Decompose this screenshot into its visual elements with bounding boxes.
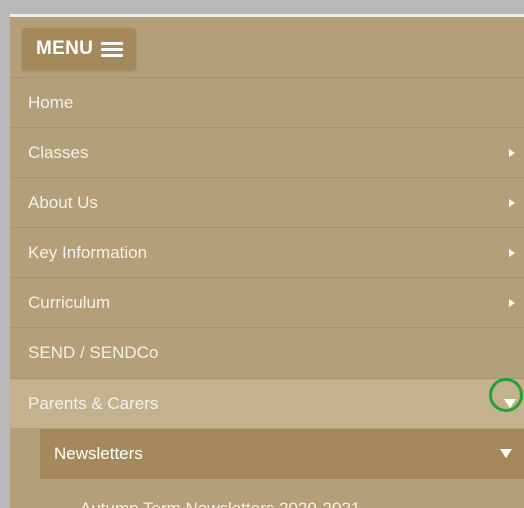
nav-item-classes[interactable]: Classes [10, 127, 524, 177]
nav-item-key-information[interactable]: Key Information [10, 227, 524, 277]
nav-item-label: Home [28, 92, 74, 112]
submenu-item-label: Newsletters [54, 444, 143, 463]
arrow-right-icon[interactable] [509, 249, 515, 257]
nav-item-label: Curriculum [28, 292, 111, 312]
nav-item-label: SEND / SENDCo [28, 342, 159, 362]
nav-item-label: Classes [28, 142, 89, 162]
arrow-right-icon[interactable] [509, 199, 515, 207]
arrow-down-icon[interactable] [504, 399, 516, 408]
arrow-right-icon[interactable] [509, 299, 515, 307]
menu-toggle-button[interactable]: MENU [22, 28, 136, 70]
submenu-subitem-autumn-newsletters[interactable]: Autumn Term Newsletters 2020-2021 [40, 479, 524, 508]
mobile-nav-panel: MENU Home Classes About Us Key Informati… [10, 17, 524, 508]
arrow-right-icon[interactable] [509, 149, 515, 157]
menu-button-label: MENU [36, 38, 94, 59]
nav-item-parents-carers[interactable]: Parents & Carers [10, 378, 524, 428]
nav-item-about-us[interactable]: About Us [10, 177, 524, 227]
nav-item-label: Key Information [28, 242, 148, 262]
arrow-down-icon[interactable] [500, 449, 512, 458]
nav-item-curriculum[interactable]: Curriculum [10, 277, 524, 327]
hamburger-icon [101, 41, 124, 57]
nav-item-home[interactable]: Home [10, 77, 524, 127]
nav-item-label: Parents & Carers [28, 393, 159, 413]
submenu-item-newsletters[interactable]: Newsletters [40, 429, 524, 479]
nav-item-send-sendco[interactable]: SEND / SENDCo [10, 327, 524, 377]
submenu-subitem-label: Autumn Term Newsletters 2020-2021 [40, 499, 360, 508]
nav-item-label: About Us [28, 192, 98, 212]
